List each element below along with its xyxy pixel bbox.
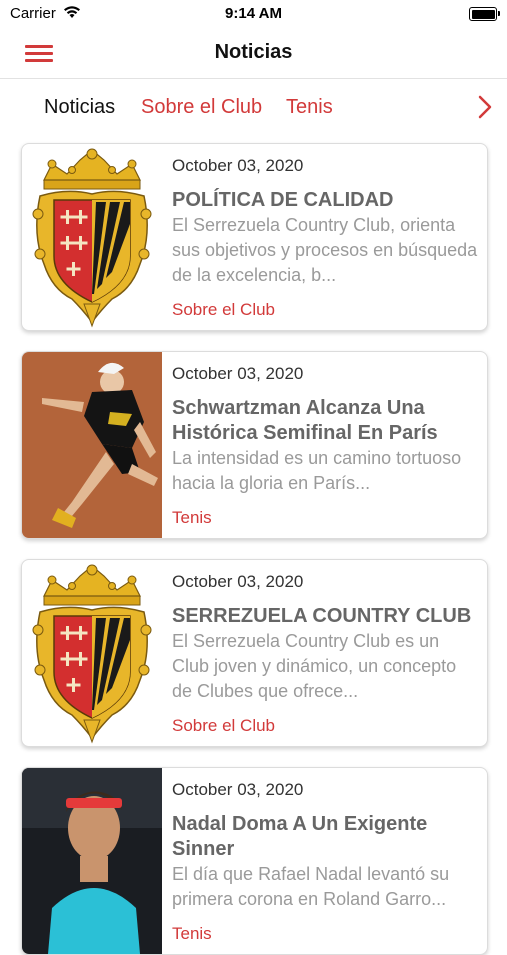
tab-tenis[interactable]: Tenis — [286, 96, 333, 119]
category-tabs: Noticias Sobre el Club Tenis — [0, 80, 507, 136]
tab-sobre-el-club[interactable]: Sobre el Club — [141, 96, 262, 119]
article-date: October 03, 2020 — [172, 780, 304, 799]
article-title: Schwartzman Alcanza Una Histórica Semifi… — [172, 397, 438, 444]
page-title: Noticias — [214, 41, 293, 63]
article-excerpt: La intensidad es un camino tortuoso haci… — [172, 448, 462, 493]
article-date: October 03, 2020 — [172, 364, 304, 383]
tennis-player-image — [22, 352, 162, 538]
chevron-right-icon[interactable] — [475, 94, 495, 120]
news-card[interactable]: October 03, 2020 POLÍTICA DE CALIDAD El … — [21, 143, 488, 331]
article-date: October 03, 2020 — [172, 572, 304, 591]
status-time: 9:14 AM — [225, 5, 282, 22]
article-date: October 03, 2020 — [172, 156, 304, 175]
article-excerpt: El Serrezuela Country Club es un Club jo… — [172, 631, 457, 701]
article-title: POLÍTICA DE CALIDAD — [172, 189, 394, 211]
article-title: Nadal Doma A Un Exigente Sinner — [172, 813, 428, 860]
article-category[interactable]: Tenis — [172, 924, 212, 944]
article-category[interactable]: Sobre el Club — [172, 300, 275, 320]
tab-noticias[interactable]: Noticias — [44, 96, 115, 119]
article-title: SERREZUELA COUNTRY CLUB — [172, 605, 472, 627]
news-card[interactable]: October 03, 2020 Nadal Doma A Un Exigent… — [21, 767, 488, 955]
status-bar: Carrier 9:14 AM — [0, 0, 507, 28]
news-card[interactable]: October 03, 2020 SERREZUELA COUNTRY CLUB… — [21, 559, 488, 747]
battery-icon — [469, 7, 500, 21]
tennis-player-image — [22, 768, 162, 954]
article-excerpt: El Serrezuela Country Club, orienta sus … — [172, 215, 478, 285]
news-card[interactable]: October 03, 2020 Schwartzman Alcanza Una… — [21, 351, 488, 539]
article-category[interactable]: Tenis — [172, 508, 212, 528]
club-crest-image — [22, 560, 162, 746]
article-excerpt: El día que Rafael Nadal levantó su prime… — [172, 864, 450, 909]
club-crest-image — [22, 144, 162, 330]
article-category[interactable]: Sobre el Club — [172, 716, 275, 736]
navigation-bar: Noticias — [0, 28, 507, 79]
